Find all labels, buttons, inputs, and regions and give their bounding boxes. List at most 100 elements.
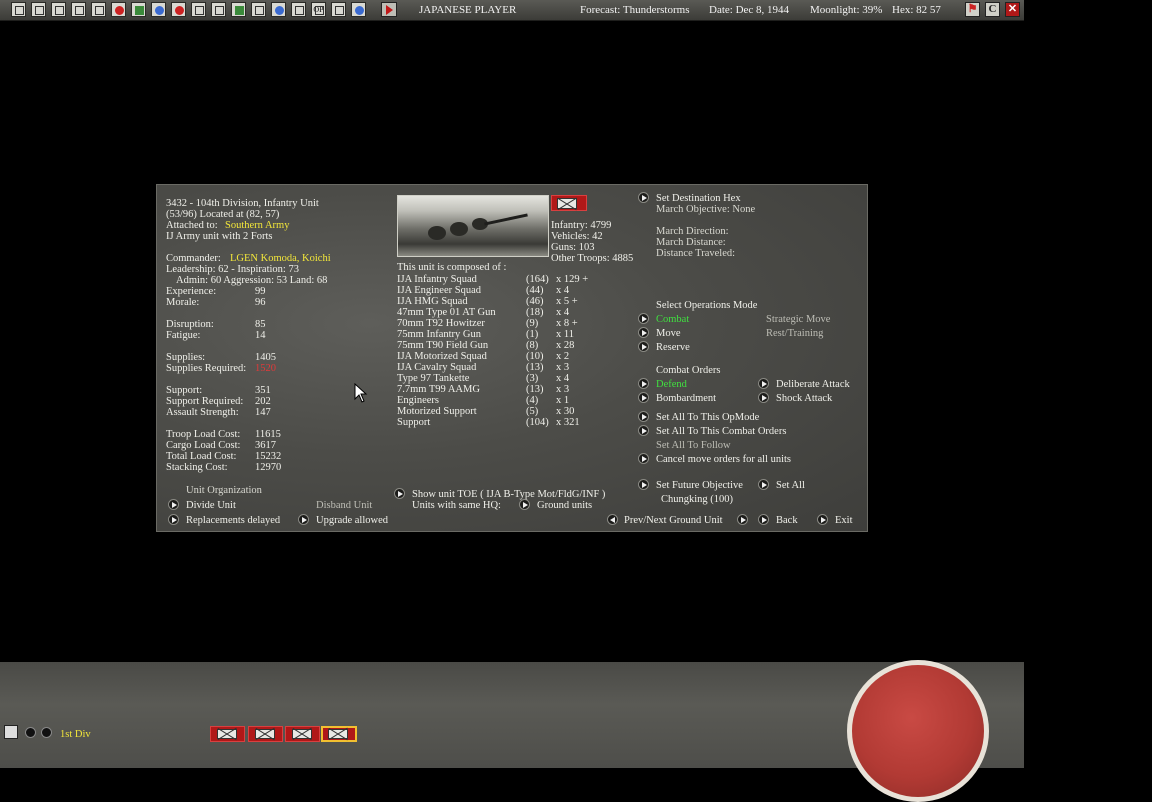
set-all-combat-button[interactable]: Set All To This Combat Orders [656, 426, 786, 437]
upgrade-arrow-icon[interactable] [298, 514, 309, 525]
set-future-objective-button[interactable]: Set Future Objective [656, 480, 743, 491]
close-icon[interactable]: ✕ [1005, 2, 1020, 17]
orders-icon[interactable] [71, 2, 86, 17]
ground-units-arrow-icon[interactable] [519, 499, 530, 510]
flag-toggle-icon[interactable]: ⚑ [965, 2, 980, 17]
cancel-move-arrow-icon[interactable] [638, 453, 649, 464]
replacements-arrow-icon[interactable] [168, 514, 179, 525]
supply-icon[interactable] [211, 2, 226, 17]
c-button[interactable]: C [985, 2, 1000, 17]
stat-label: Supplies: [166, 352, 206, 363]
set-all-opmode-arrow-icon[interactable] [638, 411, 649, 422]
divide-arrow-icon[interactable] [168, 499, 179, 510]
network-icon[interactable] [291, 2, 306, 17]
deliberate-attack-arrow-icon[interactable] [758, 378, 769, 389]
air-icon[interactable] [131, 2, 146, 17]
device-name[interactable]: IJA Motorized Squad [397, 351, 487, 362]
bombardment-arrow-icon[interactable] [638, 392, 649, 403]
list-icon[interactable] [331, 2, 346, 17]
hq-icon[interactable] [11, 2, 26, 17]
commander-link[interactable]: LGEN Komoda, Koichi [230, 253, 331, 264]
device-count: (44) [526, 285, 544, 296]
combat-mode-option[interactable]: Combat [656, 314, 689, 325]
device-name[interactable]: Motorized Support [397, 406, 477, 417]
device-name[interactable]: Type 97 Tankette [397, 373, 469, 384]
sun-flag-icon[interactable] [111, 2, 126, 17]
infantry-symbol-icon [557, 198, 577, 209]
move-mode-option[interactable]: Move [656, 328, 681, 339]
device-name[interactable]: IJA HMG Squad [397, 296, 468, 307]
next-stack-icon[interactable] [41, 727, 52, 738]
set-all-combat-arrow-icon[interactable] [638, 425, 649, 436]
flag-icon[interactable] [171, 2, 186, 17]
end-turn-icon[interactable] [381, 2, 397, 17]
device-name[interactable]: Support [397, 417, 430, 428]
cancel-move-button[interactable]: Cancel move orders for all units [656, 454, 791, 465]
device-name[interactable]: 70mm T92 Howitzer [397, 318, 485, 329]
globe-icon[interactable] [271, 2, 286, 17]
stat-label: Total Load Cost: [166, 451, 237, 462]
divide-unit-button[interactable]: Divide Unit [186, 500, 236, 511]
set-future-arrow-icon[interactable] [638, 479, 649, 490]
set-destination-arrow-icon[interactable] [638, 192, 649, 203]
move-arrow-icon[interactable] [638, 327, 649, 338]
ground-units-button[interactable]: Ground units [537, 500, 592, 511]
set-all-opmode-button[interactable]: Set All To This OpMode [656, 412, 759, 423]
defend-option[interactable]: Defend [656, 379, 687, 390]
set-all-arrow-icon[interactable] [758, 479, 769, 490]
show-toe-button[interactable]: Show unit TOE ( IJA B-Type Mot/FldG/INF … [412, 489, 605, 500]
device-name[interactable]: 75mm T90 Field Gun [397, 340, 488, 351]
upgrade-toggle[interactable]: Upgrade allowed [316, 515, 388, 526]
stat-value-warning: 1520 [255, 363, 276, 374]
unit-icon[interactable] [251, 2, 266, 17]
next-unit-arrow-icon[interactable] [737, 514, 748, 525]
sea-icon[interactable] [191, 2, 206, 17]
device-name[interactable]: Engineers [397, 395, 439, 406]
unit-counter[interactable] [285, 726, 320, 742]
device-name[interactable]: 75mm Infantry Gun [397, 329, 481, 340]
exit-button[interactable]: Exit [835, 515, 853, 526]
set-destination-button[interactable]: Set Destination Hex [656, 193, 741, 204]
device-count: (18) [526, 307, 544, 318]
same-hq-label: Units with same HQ: [412, 500, 501, 511]
exit-arrow-icon[interactable] [817, 514, 828, 525]
report-icon[interactable] [31, 2, 46, 17]
replacements-toggle[interactable]: Replacements delayed [186, 515, 280, 526]
plane-icon[interactable] [151, 2, 166, 17]
reserve-arrow-icon[interactable] [638, 341, 649, 352]
unit-counter[interactable] [210, 726, 245, 742]
unit-counter[interactable] [248, 726, 283, 742]
shock-attack-arrow-icon[interactable] [758, 392, 769, 403]
info-icon[interactable] [91, 2, 106, 17]
reserve-mode-option[interactable]: Reserve [656, 342, 690, 353]
combat-arrow-icon[interactable] [638, 313, 649, 324]
device-count: (10) [526, 351, 544, 362]
stat-value: 3617 [255, 440, 276, 451]
prev-stack-icon[interactable] [25, 727, 36, 738]
device-name[interactable]: IJA Infantry Squad [397, 274, 477, 285]
attached-link[interactable]: Southern Army [225, 220, 289, 231]
back-arrow-icon[interactable] [758, 514, 769, 525]
defend-arrow-icon[interactable] [638, 378, 649, 389]
show-toe-arrow-icon[interactable] [394, 488, 405, 499]
deliberate-attack-option[interactable]: Deliberate Attack [776, 379, 850, 390]
set-all-button[interactable]: Set All [776, 480, 805, 491]
device-name[interactable]: 47mm Type 01 AT Gun [397, 307, 496, 318]
device-name[interactable]: IJA Engineer Squad [397, 285, 481, 296]
back-button[interactable]: Back [776, 515, 798, 526]
selected-unit-counter[interactable] [321, 726, 357, 742]
device-name[interactable]: IJA Cavalry Squad [397, 362, 476, 373]
stack-name-label: 1st Div [60, 729, 91, 740]
japan-emblem-icon [847, 660, 989, 802]
intel-icon[interactable] [51, 2, 66, 17]
hex-label: Hex: 82 57 [892, 4, 941, 16]
cloud-icon[interactable] [351, 2, 366, 17]
bombardment-option[interactable]: Bombardment [656, 393, 716, 404]
map-icon[interactable] [231, 2, 246, 17]
device-multiplier: x 3 [556, 384, 570, 395]
op-icon[interactable]: OP [311, 2, 326, 17]
prev-unit-arrow-icon[interactable] [607, 514, 618, 525]
device-name[interactable]: 7.7mm T99 AAMG [397, 384, 480, 395]
flag-small-icon[interactable] [4, 725, 18, 739]
shock-attack-option[interactable]: Shock Attack [776, 393, 832, 404]
